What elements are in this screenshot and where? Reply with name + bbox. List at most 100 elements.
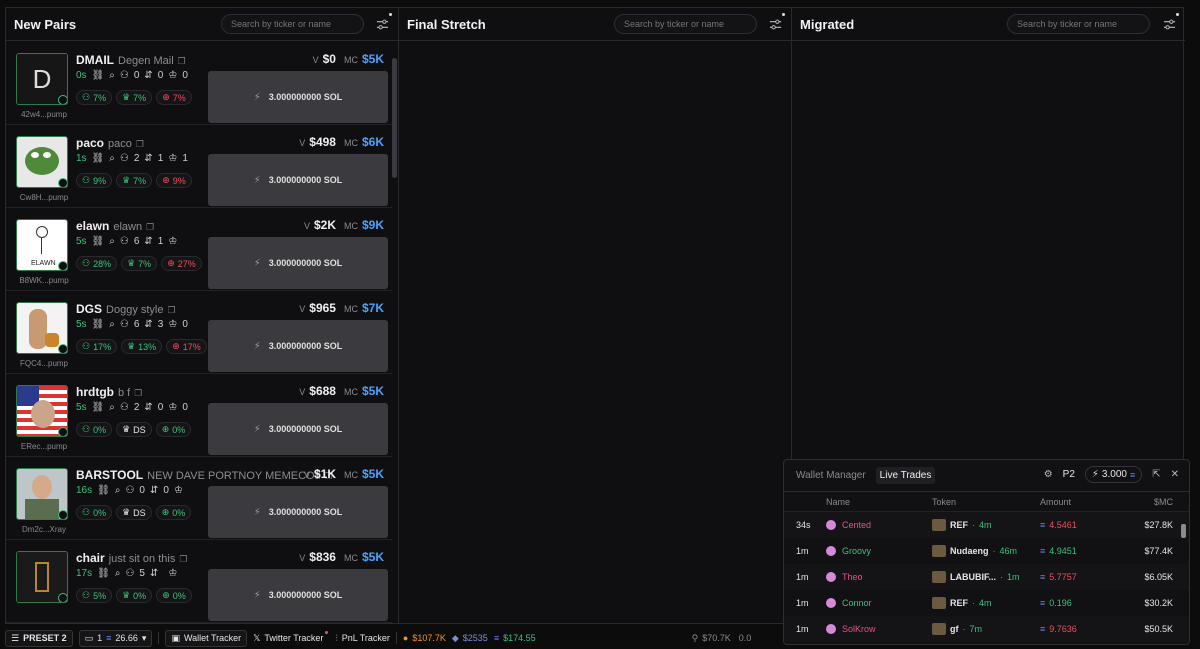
final-stretch-header: Final Stretch — [399, 8, 791, 41]
close-icon[interactable]: ✕ — [1171, 469, 1179, 480]
copy-icon[interactable]: ❐ — [146, 222, 154, 233]
token-symbol[interactable]: paco — [76, 136, 104, 150]
trade-row[interactable]: 34s Cented REF · 4m ≡ 4.5461 $27.8K — [784, 512, 1189, 538]
link-icon[interactable]: ⛓ — [92, 153, 105, 164]
token-symbol[interactable]: elawn — [76, 219, 109, 233]
chef-hat-icon: ♛ — [122, 507, 131, 517]
new-pairs-search-input[interactable] — [221, 14, 364, 34]
filter-icon[interactable] — [374, 13, 392, 32]
scrollbar[interactable] — [392, 52, 397, 619]
trader[interactable]: Theo — [826, 572, 863, 582]
token-age: 16s — [76, 485, 93, 496]
contract-address[interactable]: B8WK...pump — [12, 276, 76, 285]
search-icon[interactable]: ⌕ — [109, 70, 115, 81]
contract-address[interactable]: ERec...pump — [12, 442, 76, 451]
tab-live-trades[interactable]: Live Trades — [875, 467, 936, 484]
final-stretch-search-input[interactable] — [614, 14, 757, 34]
trade-token[interactable]: LABUBIF... · 1m — [932, 571, 1020, 583]
contract-address[interactable]: 42w4...pump — [12, 110, 76, 119]
tab-wallet-manager[interactable]: Wallet Manager — [796, 470, 866, 481]
trader[interactable]: Connor — [826, 598, 872, 608]
trade-row[interactable]: 1m Theo LABUBIF... · 1m ≡ 5.7757 $6.05K — [784, 564, 1189, 590]
preset-button[interactable]: ☰ PRESET 2 — [5, 629, 73, 647]
chef-hat-icon: ♛ — [122, 92, 131, 102]
chef-hat-icon: ♛ — [122, 590, 131, 600]
panel-header: Wallet Manager Live Trades ⚙ P2 ⚡ 3.000 ≡ … — [784, 460, 1189, 492]
search-icon[interactable]: ⌕ — [109, 153, 115, 164]
twitter-tracker-button[interactable]: 𝕏 Twitter Tracker — [253, 630, 329, 644]
filter-icon[interactable] — [1161, 13, 1179, 32]
search-icon[interactable]: ⌕ — [109, 319, 115, 330]
trader[interactable]: Groovy — [826, 546, 871, 556]
token-avatar[interactable]: D — [16, 53, 68, 105]
preset-label[interactable]: P2 — [1063, 469, 1075, 480]
header-amount[interactable]: Amount — [1040, 497, 1071, 507]
link-icon[interactable]: ⛓ — [92, 402, 105, 413]
quick-buy-button[interactable]: ⚡ 3.000000000 SOL — [208, 237, 388, 289]
volume-value: $2K — [313, 218, 336, 232]
quick-amount[interactable]: ⚡ 3.000 ≡ — [1084, 466, 1143, 483]
token-card[interactable]: Cw8H...pump paco paco ❐ 1s ⛓ ⌕ ⚇ 2 ⇵ 1 ♔ 1 … — [6, 125, 392, 208]
token-symbol[interactable]: DGS — [76, 302, 102, 316]
copy-icon[interactable]: ❐ — [168, 305, 176, 316]
token-avatar[interactable] — [16, 302, 68, 354]
token-symbol[interactable]: DMAIL — [76, 53, 114, 67]
token-avatar[interactable] — [16, 136, 68, 188]
trade-age: 1m — [796, 546, 809, 556]
panel-scrollbar[interactable] — [1181, 520, 1186, 640]
settings-icon[interactable]: ⚙ — [1044, 469, 1053, 480]
filter-icon[interactable] — [767, 13, 785, 32]
trade-token[interactable]: Nudaeng · 46m — [932, 545, 1017, 557]
trade-row[interactable]: 1m Connor REF · 4m ≡ 0.196 $30.2K — [784, 590, 1189, 616]
trader[interactable]: Cented — [826, 520, 871, 530]
migrated-search-input[interactable] — [1007, 14, 1150, 34]
token-card[interactable]: FQC4...pump DGS Doggy style ❐ 5s ⛓ ⌕ ⚇ 6 … — [6, 291, 392, 374]
token-card[interactable]: chair just sit on this ❐ 17s ⛓ ⌕ ⚇ 5 ⇵ ♔ … — [6, 540, 392, 623]
copy-icon[interactable]: ❐ — [178, 56, 186, 67]
link-icon[interactable]: ⛓ — [97, 568, 110, 579]
token-symbol[interactable]: hrdtgb — [76, 385, 114, 399]
wallet-balance-button[interactable]: ▭ 1 ≡ 26.66 ▾ — [78, 629, 153, 647]
token-symbol[interactable]: BARSTOOL — [76, 468, 143, 482]
new-pairs-column: New Pairs D 42w4...pump DMAIL Degen Mail… — [6, 8, 399, 623]
trade-token[interactable]: REF · 4m — [932, 519, 992, 531]
token-card[interactable]: D 42w4...pump DMAIL Degen Mail ❐ 0s ⛓ ⌕ … — [6, 42, 392, 125]
search-icon[interactable]: ⌕ — [109, 236, 115, 247]
link-icon[interactable]: ⛓ — [92, 70, 105, 81]
link-icon[interactable]: ⛓ — [92, 319, 105, 330]
popout-icon[interactable]: ⇱ — [1152, 469, 1160, 480]
search-icon[interactable]: ⌕ — [109, 402, 115, 413]
quick-buy-button[interactable]: ⚡ 3.000000000 SOL — [208, 71, 388, 123]
token-avatar[interactable]: ELAWN — [16, 219, 68, 271]
token-avatar[interactable] — [16, 551, 68, 603]
token-avatar[interactable] — [16, 385, 68, 437]
quick-buy-button[interactable]: ⚡ 3.000000000 SOL — [208, 403, 388, 455]
quick-buy-button[interactable]: ⚡ 3.000000000 SOL — [208, 569, 388, 621]
contract-address[interactable]: FQC4...pump — [12, 359, 76, 368]
token-card[interactable]: ERec...pump hrdtgb b f ❐ 5s ⛓ ⌕ ⚇ 2 ⇵ 0 ♔ 0… — [6, 374, 392, 457]
contract-address[interactable]: Dm2c...Xray — [12, 525, 76, 534]
preset-icon: ☰ — [11, 632, 20, 643]
search-icon[interactable]: ⌕ — [115, 485, 121, 496]
lightning-icon: ⚡ — [253, 257, 261, 269]
trade-row[interactable]: 1m Groovy Nudaeng · 46m ≡ 4.9451 $77.4K — [784, 538, 1189, 564]
token-symbol[interactable]: chair — [76, 551, 105, 565]
contract-address[interactable]: Cw8H...pump — [12, 193, 76, 202]
token-card[interactable]: ELAWN B8WK...pump elawn elawn ❐ 5s ⛓ ⌕ ⚇… — [6, 208, 392, 291]
pnl-tracker-button[interactable]: ⫶ PnL Tracker — [335, 633, 389, 644]
token-avatar[interactable] — [16, 468, 68, 520]
token-card[interactable]: Dm2c...Xray BARSTOOL NEW DAVE PORTNOY ME… — [6, 457, 392, 540]
holders-icon: ⚇ — [125, 568, 135, 579]
holders-icon: ⚇ — [125, 485, 135, 496]
copy-icon[interactable]: ❐ — [179, 554, 187, 565]
copy-icon[interactable]: ❐ — [134, 388, 142, 399]
search-icon[interactable]: ⌕ — [115, 568, 121, 579]
quick-buy-button[interactable]: ⚡ 3.000000000 SOL — [208, 154, 388, 206]
link-icon[interactable]: ⛓ — [97, 485, 110, 496]
copy-icon[interactable]: ❐ — [136, 139, 144, 150]
quick-buy-button[interactable]: ⚡ 3.000000000 SOL — [208, 320, 388, 372]
trade-token[interactable]: REF · 4m — [932, 597, 992, 609]
wallet-tracker-button[interactable]: ▣ Wallet Tracker — [165, 629, 248, 647]
link-icon[interactable]: ⛓ — [92, 236, 105, 247]
quick-buy-button[interactable]: ⚡ 3.000000000 SOL — [208, 486, 388, 538]
